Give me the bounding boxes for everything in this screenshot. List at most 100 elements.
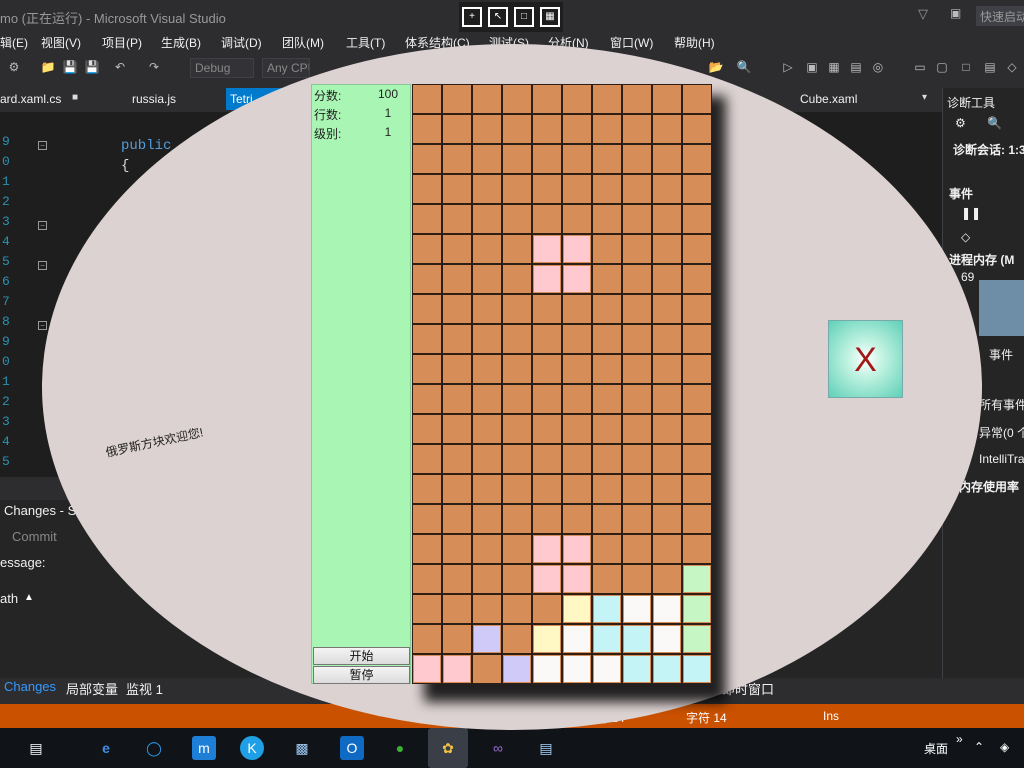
window-icon[interactable]: ▢: [934, 60, 950, 76]
menu-view[interactable]: 视图(V): [41, 34, 81, 51]
task-view-icon[interactable]: ▤: [24, 736, 48, 760]
zoom-in-icon[interactable]: 🔍: [987, 116, 1002, 130]
save-icon[interactable]: 💾: [62, 60, 78, 76]
windows-taskbar: ▤ e ◯ m K ▩ O ● ✿ ∞ ▤ 桌面 » ⌃ ◈: [0, 728, 1024, 768]
network-icon[interactable]: ▩: [290, 736, 314, 760]
board-cell: [622, 384, 652, 414]
select-element-icon[interactable]: +: [462, 7, 482, 27]
undo-icon[interactable]: ↶: [112, 60, 128, 76]
menu-build[interactable]: 生成(B): [161, 34, 201, 51]
browse-icon[interactable]: 📂: [708, 60, 724, 76]
collapse-icon[interactable]: −: [38, 321, 47, 330]
board-cell: [622, 564, 652, 594]
pause-button[interactable]: 暂停: [313, 666, 410, 684]
find-icon[interactable]: 🔍: [736, 60, 752, 76]
board-cell: [652, 114, 682, 144]
maxthon-icon[interactable]: m: [192, 736, 216, 760]
platform-select[interactable]: Any CPU: [262, 58, 310, 78]
page-icon[interactable]: □: [958, 60, 974, 76]
kugou-icon[interactable]: K: [240, 736, 264, 760]
board-cell: [652, 384, 682, 414]
diamond-icon: ◇: [961, 230, 971, 244]
board-cell: [592, 114, 622, 144]
tab-locals[interactable]: 局部变量: [66, 679, 118, 698]
pointer-icon[interactable]: ↖: [488, 7, 508, 27]
close-button[interactable]: X: [828, 320, 903, 398]
exceptions-filter[interactable]: 异常(0 个: [979, 424, 1024, 441]
game-board[interactable]: [412, 84, 712, 684]
all-events-filter[interactable]: 所有事件: [979, 396, 1024, 413]
monitor-icon[interactable]: ▭: [912, 60, 928, 76]
board-cell: [472, 174, 502, 204]
gear-icon[interactable]: ⚙: [955, 116, 966, 130]
menu-project[interactable]: 项目(P): [102, 34, 142, 51]
open-folder-icon[interactable]: 📁: [40, 60, 56, 76]
board-cell: [682, 414, 712, 444]
crop-icon[interactable]: ▦: [540, 7, 560, 27]
ie-browser-icon[interactable]: ◯: [142, 736, 166, 760]
edge-browser-icon[interactable]: e: [94, 736, 118, 760]
filter-icon[interactable]: ▽: [918, 6, 934, 22]
intellitrace-filter[interactable]: IntelliTra: [979, 452, 1024, 466]
notification-icon[interactable]: ▣: [950, 6, 966, 22]
code-brace: {: [121, 158, 130, 174]
comment-icon[interactable]: ◇: [1004, 60, 1020, 76]
camera-icon[interactable]: ▣: [804, 60, 820, 76]
board-cell: [532, 354, 562, 384]
board-cell: [502, 234, 532, 264]
tab-watch-1[interactable]: 监视 1: [126, 679, 163, 698]
outlook-icon[interactable]: O: [340, 736, 364, 760]
events-tab[interactable]: 事件: [989, 346, 1013, 363]
configuration-select[interactable]: Debug: [190, 58, 254, 78]
collapse-icon[interactable]: −: [38, 141, 47, 150]
sort-up-icon[interactable]: ▲: [24, 592, 34, 603]
board-cell: [412, 114, 442, 144]
wechat-icon[interactable]: ●: [388, 736, 412, 760]
tetris-block: [682, 594, 712, 624]
frame-icon[interactable]: □: [514, 7, 534, 27]
pin-icon[interactable]: ■: [72, 92, 78, 103]
step-icon[interactable]: ▷: [780, 60, 796, 76]
pause-icon[interactable]: ❚❚: [961, 206, 981, 220]
collapse-icon[interactable]: −: [38, 261, 47, 270]
wifi-icon[interactable]: ◈: [1000, 740, 1009, 754]
line-number: 6: [2, 274, 10, 289]
board-cell: [592, 474, 622, 504]
app-window-icon[interactable]: ▤: [534, 736, 558, 760]
commit-button[interactable]: Commit: [12, 529, 57, 544]
redo-icon[interactable]: ↷: [146, 60, 162, 76]
menu-tools[interactable]: 工具(T): [346, 34, 385, 51]
board-cell: [412, 294, 442, 324]
board-cell: [652, 234, 682, 264]
tab-changes[interactable]: Changes: [4, 679, 56, 694]
quick-launch-input[interactable]: 快速启动: [976, 6, 1024, 26]
format-icon[interactable]: ▤: [848, 60, 864, 76]
layout-icon[interactable]: ▤: [982, 60, 998, 76]
settings-icon[interactable]: ⚙: [6, 60, 22, 76]
visual-studio-icon[interactable]: ∞: [486, 736, 510, 760]
menu-edit[interactable]: 辑(E): [0, 34, 28, 51]
tab-board-xaml-cs[interactable]: ard.xaml.cs: [0, 88, 98, 110]
tab-russia-js[interactable]: russia.js: [132, 88, 212, 110]
line-number: 3: [2, 214, 10, 229]
start-button[interactable]: 开始: [313, 647, 410, 665]
target-icon[interactable]: ◎: [870, 60, 886, 76]
tetris-app-icon[interactable]: ✿: [428, 728, 468, 768]
board-cell: [442, 504, 472, 534]
image-icon[interactable]: ▦: [826, 60, 842, 76]
board-cell: [622, 534, 652, 564]
menu-window[interactable]: 窗口(W): [610, 34, 653, 51]
menu-debug[interactable]: 调试(D): [221, 34, 262, 51]
save-all-icon[interactable]: 💾: [84, 60, 100, 76]
chevron-icon[interactable]: »: [956, 732, 963, 746]
diag-title: 诊断工具: [947, 96, 996, 110]
board-cell: [442, 174, 472, 204]
desktop-label[interactable]: 桌面: [924, 740, 948, 757]
menu-help[interactable]: 帮助(H): [674, 34, 715, 51]
board-cell: [532, 204, 562, 234]
tab-cube-xaml[interactable]: Cube.xaml: [800, 88, 890, 110]
collapse-icon[interactable]: −: [38, 221, 47, 230]
tray-up-icon[interactable]: ⌃: [974, 740, 984, 754]
tab-dropdown-icon[interactable]: ▾: [922, 92, 927, 103]
menu-team[interactable]: 团队(M): [282, 34, 324, 51]
